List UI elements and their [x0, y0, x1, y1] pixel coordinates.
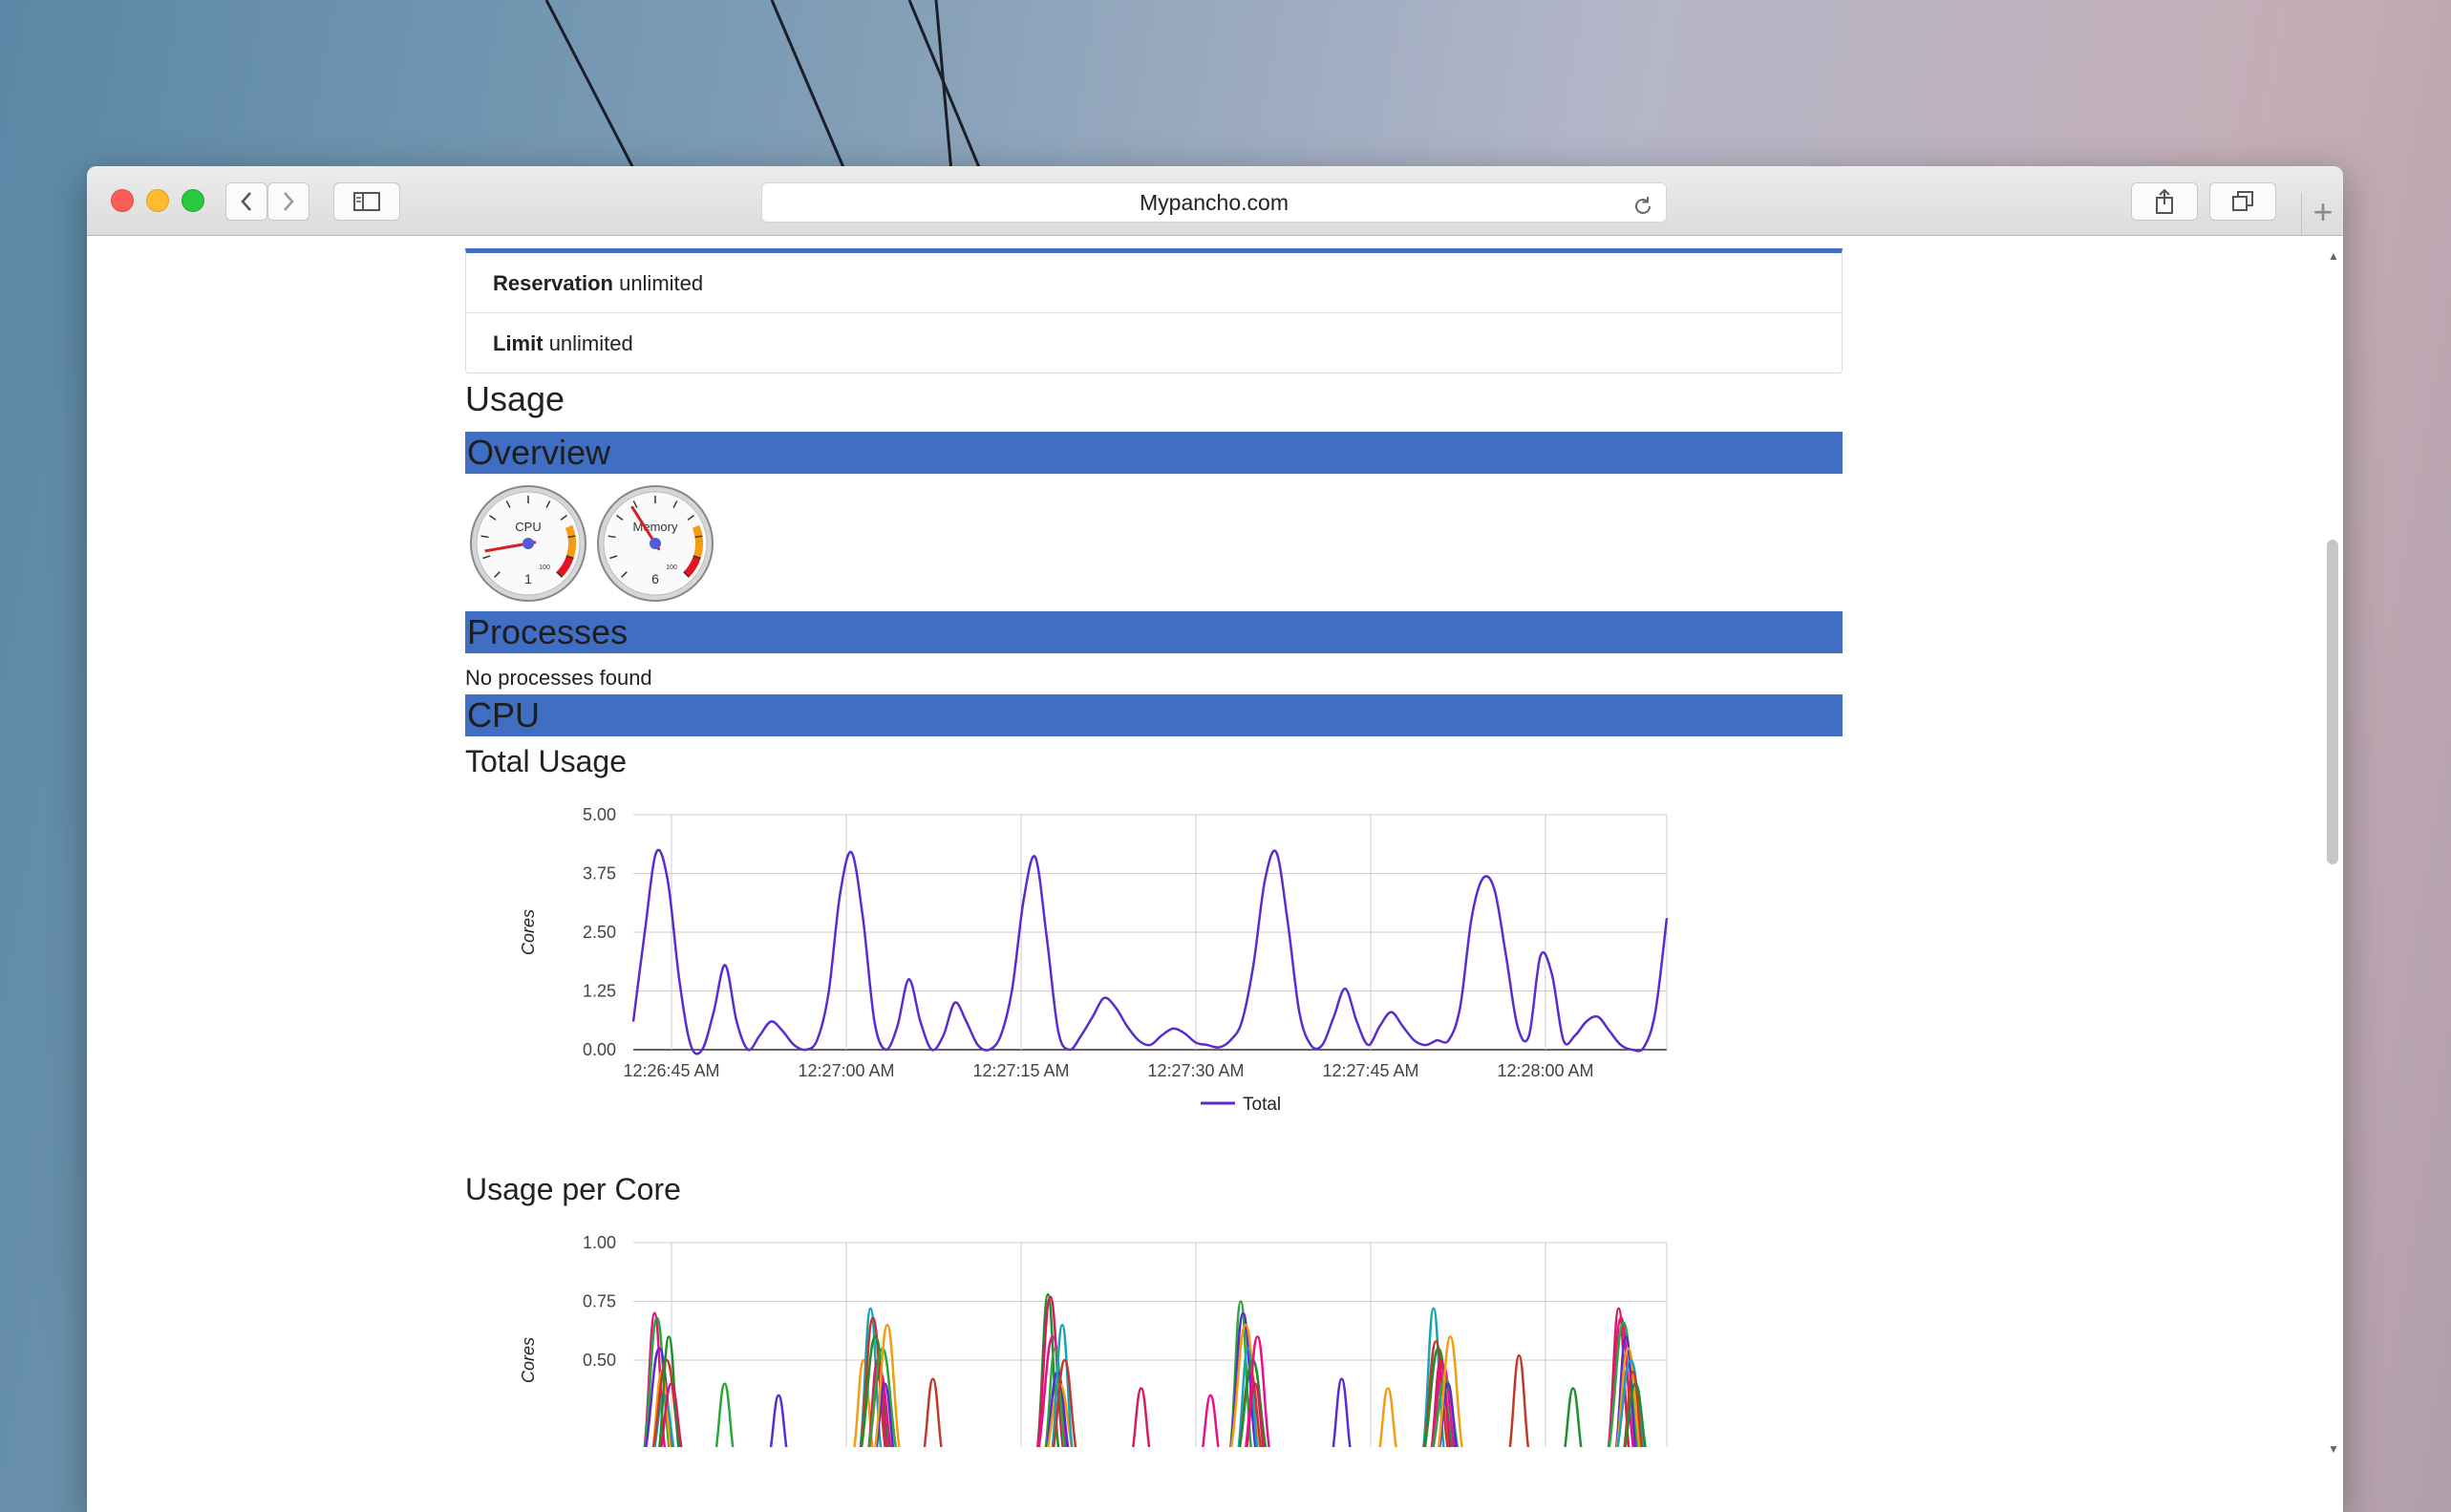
gauge-label: CPU [515, 520, 541, 534]
y-tick-label: 3.75 [583, 864, 616, 884]
total-usage-title: Total Usage [465, 744, 627, 778]
new-tab-button[interactable]: + [2301, 193, 2343, 235]
browser-window: Mypancho.com + ▲ ▼ Reservation unlimited [87, 166, 2343, 1512]
x-tick-label: 12:27:00 AM [798, 1061, 894, 1080]
y-tick-label: 2.50 [583, 923, 616, 942]
sidebar-toggle-button[interactable] [333, 182, 400, 221]
share-icon [2156, 188, 2173, 214]
gauge-label: Memory [633, 520, 678, 534]
core-series-peak [1564, 1387, 1583, 1447]
cpu-title: CPU [467, 695, 541, 735]
x-tick-label: 12:28:00 AM [1497, 1061, 1593, 1080]
core-series-peak [1508, 1353, 1530, 1447]
core-series-peak [1332, 1377, 1352, 1447]
reservation-value: unlimited [619, 271, 704, 295]
gauges-area: CPU 100 1 Memory 100 6 [470, 485, 714, 602]
scrollbar-thumb[interactable] [2327, 540, 2338, 864]
y-tick-label: 0.50 [583, 1351, 616, 1370]
y-axis-title: Cores [519, 1337, 538, 1383]
limit-value: unlimited [548, 331, 633, 355]
scroll-down-arrow-icon[interactable]: ▼ [2328, 1442, 2339, 1456]
minimize-window-button[interactable] [146, 189, 169, 212]
gauge-max-label: 100 [666, 564, 677, 571]
y-tick-label: 0.75 [583, 1292, 616, 1311]
x-tick-label: 12:27:15 AM [972, 1061, 1069, 1080]
core-series-peak [1202, 1394, 1220, 1447]
y-tick-label: 5.00 [583, 805, 616, 824]
overview-section-header: Overview [465, 432, 1843, 474]
gauge-hub [650, 538, 661, 549]
usage-heading: Usage [465, 379, 565, 418]
y-tick-label: 1.25 [583, 982, 616, 1001]
usage-per-core-title: Usage per Core [465, 1172, 681, 1206]
resource-properties-panel: Reservation unlimited Limit unlimited [465, 248, 1843, 373]
series-line-total [631, 848, 1669, 1055]
gauge-band [692, 524, 703, 559]
page-viewport: ▲ ▼ Reservation unlimited Limit unlimite… [87, 236, 2343, 1512]
chevron-right-icon [284, 192, 294, 211]
tabs-icon [2232, 191, 2253, 211]
gauge-max-label: 100 [539, 564, 550, 571]
address-bar[interactable]: Mypancho.com [761, 182, 1667, 223]
y-tick-label: 1.00 [583, 1233, 616, 1252]
gauge-band [565, 524, 576, 559]
gauge-memory: Memory 100 6 [597, 485, 714, 602]
x-tick-label: 12:27:45 AM [1322, 1061, 1418, 1080]
chevron-left-icon [241, 192, 251, 211]
processes-title: Processes [467, 612, 629, 651]
limit-row: Limit unlimited [466, 313, 1842, 373]
browser-toolbar: Mypancho.com + [87, 166, 2343, 236]
usage-per-core-chart: 1.00 0.75 0.50 Cores [519, 1233, 1668, 1447]
core-series-peak [1132, 1387, 1151, 1447]
core-series-peak [714, 1382, 735, 1447]
y-tick-label: 0.00 [583, 1040, 616, 1059]
gauge-value: 6 [651, 571, 659, 586]
reload-icon[interactable] [1631, 191, 1654, 229]
close-window-button[interactable] [111, 189, 134, 212]
core-series-peak [923, 1377, 943, 1447]
core-series-peak [1378, 1387, 1397, 1447]
wallpaper-wires [544, 0, 983, 172]
total-usage-chart: 5.00 3.75 2.50 1.25 0.00 12:26:45 AM 12:27:00 … [519, 805, 1669, 1115]
y-axis-title: Cores [519, 909, 538, 955]
sidebar-icon [353, 192, 380, 211]
address-url: Mypancho.com [1140, 190, 1289, 215]
processes-section-header: Processes [465, 611, 1843, 653]
no-processes-message: No processes found [465, 666, 652, 690]
tabs-overview-button[interactable] [2209, 182, 2276, 221]
scroll-up-arrow-icon[interactable]: ▲ [2328, 249, 2339, 263]
zoom-window-button[interactable] [181, 189, 204, 212]
gauge-value: 1 [524, 571, 532, 586]
core-series-peak [769, 1394, 788, 1447]
share-button[interactable] [2131, 182, 2198, 221]
reservation-label: Reservation [493, 271, 613, 295]
x-tick-label: 12:26:45 AM [623, 1061, 719, 1080]
cpu-section-header: CPU [465, 694, 1843, 736]
limit-label: Limit [493, 331, 543, 355]
vertical-scrollbar[interactable]: ▲ ▼ [2322, 236, 2343, 1456]
forward-button[interactable] [267, 182, 309, 221]
legend-label: Total [1243, 1095, 1281, 1115]
gauge-cpu: CPU 100 1 [470, 485, 586, 602]
back-button[interactable] [225, 182, 267, 221]
reservation-row: Reservation unlimited [466, 253, 1842, 313]
overview-title: Overview [467, 433, 611, 472]
x-tick-label: 12:27:30 AM [1147, 1061, 1244, 1080]
gauge-hub [522, 538, 534, 549]
